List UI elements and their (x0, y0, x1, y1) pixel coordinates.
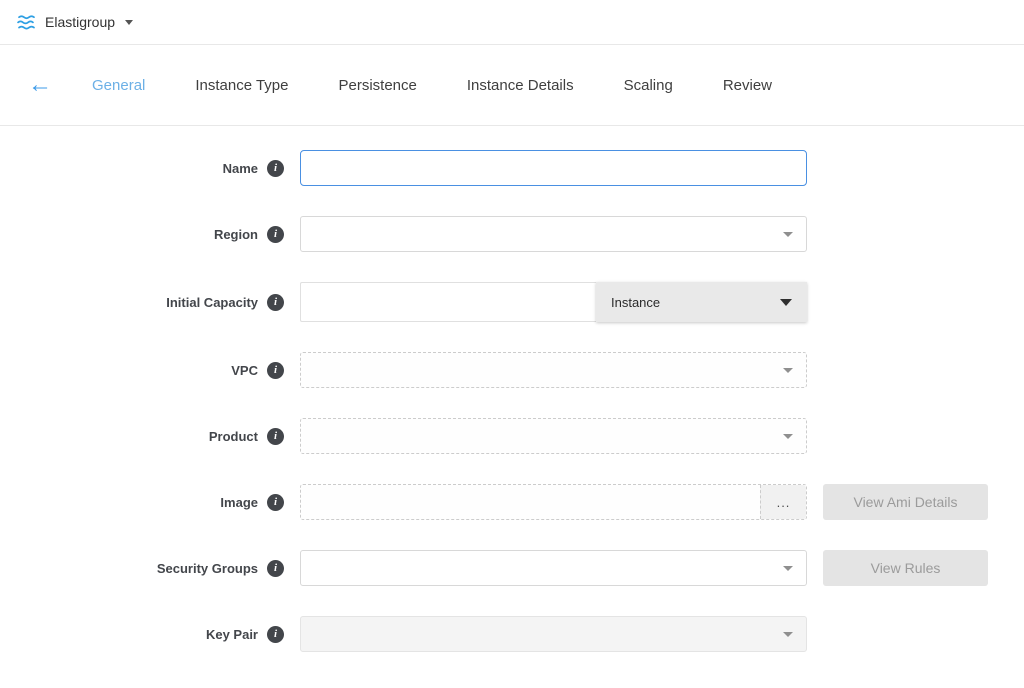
form-row-vpc: VPC (0, 352, 1024, 388)
region-select[interactable] (300, 216, 807, 252)
key-pair-label: Key Pair (206, 627, 258, 642)
info-icon[interactable] (267, 560, 284, 577)
chevron-down-icon (783, 632, 793, 637)
top-bar: Elastigroup (0, 0, 1024, 45)
form-row-product: Product (0, 418, 1024, 454)
tab-instance-type[interactable]: Instance Type (195, 77, 288, 94)
tab-review[interactable]: Review (723, 77, 772, 94)
info-icon[interactable] (267, 294, 284, 311)
vpc-select[interactable] (300, 352, 807, 388)
form-row-key-pair: Key Pair (0, 616, 1024, 652)
image-field[interactable]: ... (300, 484, 807, 520)
general-form: Name Region Initial Capacity Instance VP… (0, 126, 1024, 652)
form-row-security-groups: Security Groups View Rules (0, 550, 1024, 586)
capacity-unit-select[interactable]: Instance (596, 282, 807, 322)
name-label: Name (223, 161, 258, 176)
image-value (301, 485, 760, 519)
chevron-down-icon (783, 566, 793, 571)
initial-capacity-label: Initial Capacity (166, 295, 258, 310)
info-icon[interactable] (267, 428, 284, 445)
security-groups-select[interactable] (300, 550, 807, 586)
view-ami-details-button[interactable]: View Ami Details (823, 484, 988, 520)
elastigroup-logo-icon (15, 14, 37, 31)
tab-general[interactable]: General (92, 77, 145, 94)
capacity-unit-value: Instance (611, 295, 660, 310)
security-groups-label: Security Groups (157, 561, 258, 576)
key-pair-select[interactable] (300, 616, 807, 652)
view-rules-button[interactable]: View Rules (823, 550, 988, 586)
info-icon[interactable] (267, 160, 284, 177)
tab-instance-details[interactable]: Instance Details (467, 77, 574, 94)
chevron-down-icon[interactable] (125, 20, 133, 25)
region-label: Region (214, 227, 258, 242)
image-browse-button[interactable]: ... (760, 485, 806, 519)
wizard-nav: ← General Instance Type Persistence Inst… (0, 45, 1024, 126)
app-title[interactable]: Elastigroup (45, 14, 115, 30)
product-select[interactable] (300, 418, 807, 454)
form-row-name: Name (0, 150, 1024, 186)
form-row-region: Region (0, 216, 1024, 252)
image-label: Image (220, 495, 258, 510)
chevron-down-icon (783, 434, 793, 439)
chevron-down-icon (780, 299, 792, 306)
tab-persistence[interactable]: Persistence (339, 77, 417, 94)
info-icon[interactable] (267, 226, 284, 243)
tab-scaling[interactable]: Scaling (624, 77, 673, 94)
name-input[interactable] (300, 150, 807, 186)
product-label: Product (209, 429, 258, 444)
info-icon[interactable] (267, 494, 284, 511)
back-arrow-icon[interactable]: ← (28, 73, 52, 97)
form-row-initial-capacity: Initial Capacity Instance (0, 282, 1024, 322)
chevron-down-icon (783, 232, 793, 237)
initial-capacity-input[interactable] (300, 282, 596, 322)
form-row-image: Image ... View Ami Details (0, 484, 1024, 520)
vpc-label: VPC (231, 363, 258, 378)
chevron-down-icon (783, 368, 793, 373)
info-icon[interactable] (267, 362, 284, 379)
info-icon[interactable] (267, 626, 284, 643)
